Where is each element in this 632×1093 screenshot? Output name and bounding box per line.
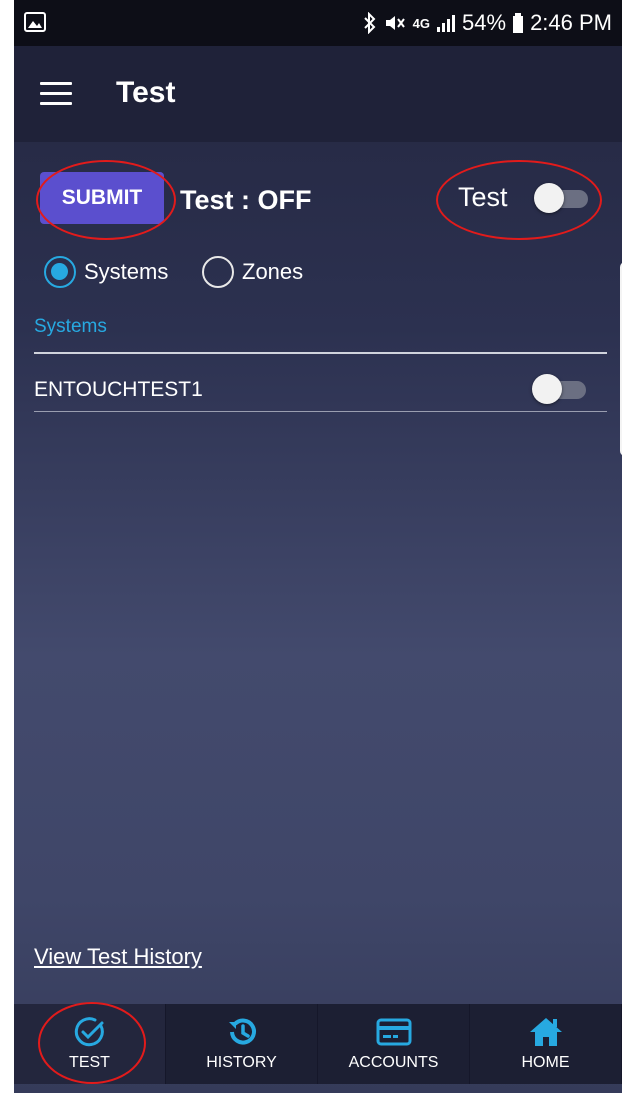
clock: 2:46 PM (530, 10, 612, 35)
test-toggle-label: Test (458, 182, 508, 212)
network-type: 4G (412, 15, 431, 31)
app-bar: Test (14, 46, 622, 142)
nav-history[interactable]: HISTORY (166, 1004, 318, 1084)
status-bar: 4G 54% 2:46 PM (14, 0, 622, 46)
home-icon (529, 1018, 562, 1046)
test-status-text: Test : OFF (180, 185, 312, 215)
system-list-item[interactable]: ENTOUCHTEST1 (34, 356, 607, 412)
test-toggle-switch[interactable] (534, 183, 590, 213)
switch-thumb (534, 183, 564, 213)
nav-home[interactable]: HOME (470, 1004, 622, 1084)
mute-icon (385, 16, 405, 30)
radio-unselected-icon (202, 256, 234, 288)
card-icon (376, 1018, 411, 1046)
nav-test-label: TEST (69, 1054, 110, 1071)
nav-test[interactable]: TEST (14, 1004, 166, 1084)
nav-accounts-label: ACCOUNTS (348, 1054, 439, 1071)
systems-section-header: Systems (34, 316, 107, 337)
switch-thumb (532, 374, 562, 404)
submit-button[interactable]: SUBMIT (40, 172, 164, 224)
hamburger-menu-icon[interactable] (40, 82, 72, 106)
bottom-navigation: TEST HISTORY ACCOUNTS HOME (14, 1004, 622, 1084)
system-toggle-switch[interactable] (532, 374, 588, 404)
bluetooth-icon (363, 12, 376, 34)
status-icons: 4G 54% 2:46 PM (363, 10, 612, 36)
history-icon (228, 1018, 256, 1045)
battery-percent: 54% (462, 10, 507, 35)
radio-selected-icon (44, 256, 76, 288)
nav-home-label: HOME (521, 1054, 570, 1071)
phone-screen: 4G 54% 2:46 PM Test SUBMIT Test : OFF Te… (14, 0, 622, 1093)
check-circle-icon (74, 1017, 104, 1047)
page-title: Test (116, 76, 176, 109)
nav-accounts[interactable]: ACCOUNTS (318, 1004, 470, 1084)
signal-icon (437, 15, 456, 32)
section-divider (34, 352, 607, 354)
radio-systems-label: Systems (84, 259, 169, 284)
scroll-handle[interactable] (620, 262, 622, 456)
radio-systems[interactable]: Systems (44, 256, 168, 288)
radio-zones-label: Zones (242, 259, 304, 284)
radio-zones[interactable]: Zones (202, 256, 303, 288)
view-test-history-link[interactable]: View Test History (34, 944, 202, 970)
battery-icon (513, 13, 524, 33)
system-name: ENTOUCHTEST1 (34, 378, 203, 401)
gallery-notification-icon (24, 12, 46, 32)
nav-history-label: HISTORY (206, 1054, 277, 1071)
